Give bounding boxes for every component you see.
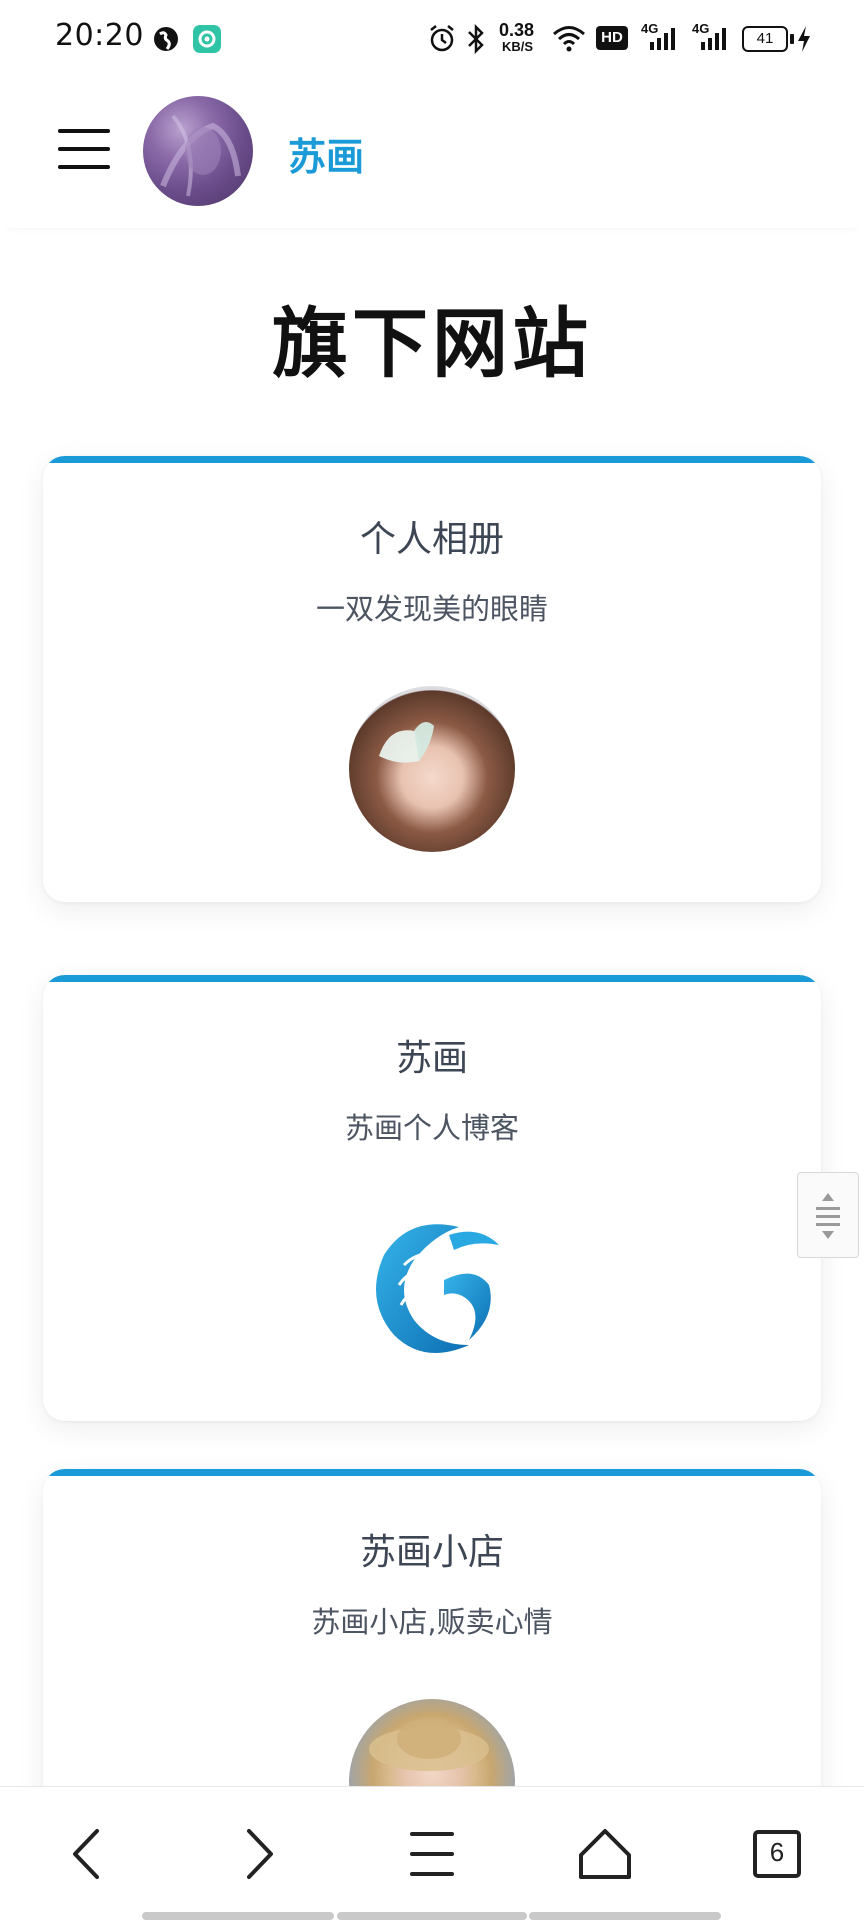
card-image-logo[interactable]	[349, 1205, 515, 1371]
card-subtitle: 苏画小店,贩卖心情	[311, 1605, 553, 1639]
avatar[interactable]	[143, 96, 253, 206]
back-arrow-icon	[73, 1829, 99, 1879]
card-title: 苏画	[395, 1038, 468, 1079]
hd-icon: HD	[596, 26, 628, 50]
signal-icon-2	[701, 28, 726, 50]
battery-tip	[790, 34, 794, 44]
page: 20:20 0.38 KB/S HD 4G 4G 41 苏画 旗下网站 个人相册…	[0, 0, 864, 1920]
card-subtitle: 一双发现美的眼睛	[315, 592, 548, 626]
card-accent-bar	[43, 456, 821, 463]
browser-notification-icon	[154, 27, 178, 51]
hamburger-icon	[410, 1832, 454, 1876]
site-name[interactable]: 苏画	[288, 126, 364, 181]
avatar-image	[160, 114, 241, 197]
card-subtitle: 苏画个人博客	[344, 1111, 519, 1145]
page-title: 旗下网站	[272, 299, 592, 388]
alarm-icon	[430, 25, 454, 52]
forward-arrow-icon	[247, 1829, 273, 1879]
browser-menu-button[interactable]	[372, 1787, 492, 1920]
back-button[interactable]	[25, 1787, 145, 1920]
card-title: 苏画小店	[359, 1532, 504, 1573]
scroll-arrows-icon	[816, 1193, 840, 1239]
card-accent-bar	[43, 1469, 821, 1476]
scroll-toc-button[interactable]	[797, 1172, 859, 1258]
gesture-bar-segment	[337, 1912, 527, 1920]
butterfly-icon	[379, 722, 434, 763]
browser-bottom-nav: 6	[0, 1786, 864, 1920]
menu-button[interactable]	[58, 129, 110, 169]
charging-icon	[798, 26, 810, 52]
menu-line-icon	[58, 129, 110, 133]
site-header: 苏画	[0, 76, 864, 228]
swirl-logo-icon	[376, 1224, 499, 1353]
signal-icon-1	[650, 28, 675, 50]
network-speed-unit: KB/S	[502, 39, 534, 54]
tab-count: 6	[769, 1837, 785, 1867]
wifi-icon	[553, 26, 585, 52]
card-title: 个人相册	[359, 519, 504, 560]
bluetooth-icon	[468, 24, 484, 54]
app-notification-icon	[193, 25, 221, 53]
card-image-portrait[interactable]	[349, 686, 515, 852]
battery-icon: 41	[742, 26, 788, 52]
menu-line-icon	[58, 147, 110, 151]
forward-button[interactable]	[199, 1787, 319, 1920]
gesture-bar-segment	[142, 1912, 334, 1920]
site-card-blog[interactable]: 苏画 苏画个人博客	[43, 975, 821, 1421]
site-card-album[interactable]: 个人相册 一双发现美的眼睛	[43, 456, 821, 902]
clock: 20:20	[55, 18, 144, 53]
home-icon	[579, 1829, 631, 1879]
status-bar: 20:20 0.38 KB/S HD 4G 4G 41	[0, 0, 864, 76]
home-button[interactable]	[545, 1787, 665, 1920]
card-accent-bar	[43, 975, 821, 982]
menu-line-icon	[58, 165, 110, 169]
gesture-bar-segment	[529, 1912, 721, 1920]
tabs-button[interactable]: 6	[717, 1787, 837, 1920]
network-speed-value: 0.38	[499, 20, 535, 40]
